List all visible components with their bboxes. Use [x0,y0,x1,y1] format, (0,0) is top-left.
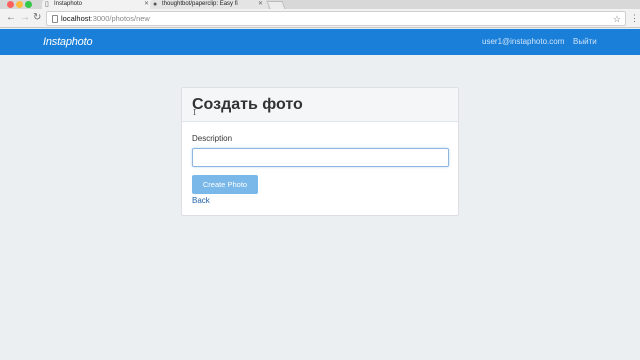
logout-link[interactable]: Выйти [573,37,597,47]
browser-menu-icon[interactable]: ⋮ [630,12,639,24]
browser-tab-bar: ▯ Instaphoto ✕ ● thoughtbot/paperclip: E… [0,0,640,9]
panel-header: Создать фото I [182,88,458,122]
new-tab-button[interactable] [266,1,286,9]
back-arrow-icon[interactable]: ← [6,12,16,24]
window-close-button[interactable] [7,1,14,8]
address-bar[interactable]: localhost:3000/photos/new ☆ [46,11,626,26]
back-link[interactable]: Back [192,196,210,206]
window-zoom-button[interactable] [25,1,32,8]
description-field[interactable] [192,148,449,167]
bookmark-star-icon[interactable]: ☆ [613,12,621,26]
browser-tab-paperclip[interactable]: ● thoughtbot/paperclip: Easy fi ✕ [150,0,268,9]
browser-toolbar: ← → ↻ localhost:3000/photos/new ☆ ⋮ [0,9,640,28]
user-email-link[interactable]: user1@instaphoto.com [482,37,564,47]
create-photo-button[interactable]: Create Photo [192,175,258,194]
new-photo-panel: Создать фото I Description Create Photo … [181,87,459,216]
url-text: localhost:3000/photos/new [61,14,150,23]
page-title: Создать фото [192,96,303,113]
tab-title: Instaphoto [54,1,83,7]
page-icon: ▯ [45,1,49,8]
reload-icon[interactable]: ↻ [33,12,41,24]
app-navbar: Instaphoto user1@instaphoto.com Выйти [0,29,640,55]
tab-title: thoughtbot/paperclip: Easy fi [162,1,238,7]
close-icon[interactable]: ✕ [258,0,263,9]
close-icon[interactable]: ✕ [144,0,149,9]
window-minimize-button[interactable] [16,1,23,8]
browser-tab-instaphoto[interactable]: ▯ Instaphoto ✕ [42,0,154,9]
forward-arrow-icon[interactable]: → [20,12,30,24]
brand-logo[interactable]: Instaphoto [43,35,93,49]
page-info-icon[interactable] [52,15,58,23]
text-cursor-icon: I [193,108,197,117]
github-icon: ● [153,1,158,8]
description-label: Description [192,134,233,143]
